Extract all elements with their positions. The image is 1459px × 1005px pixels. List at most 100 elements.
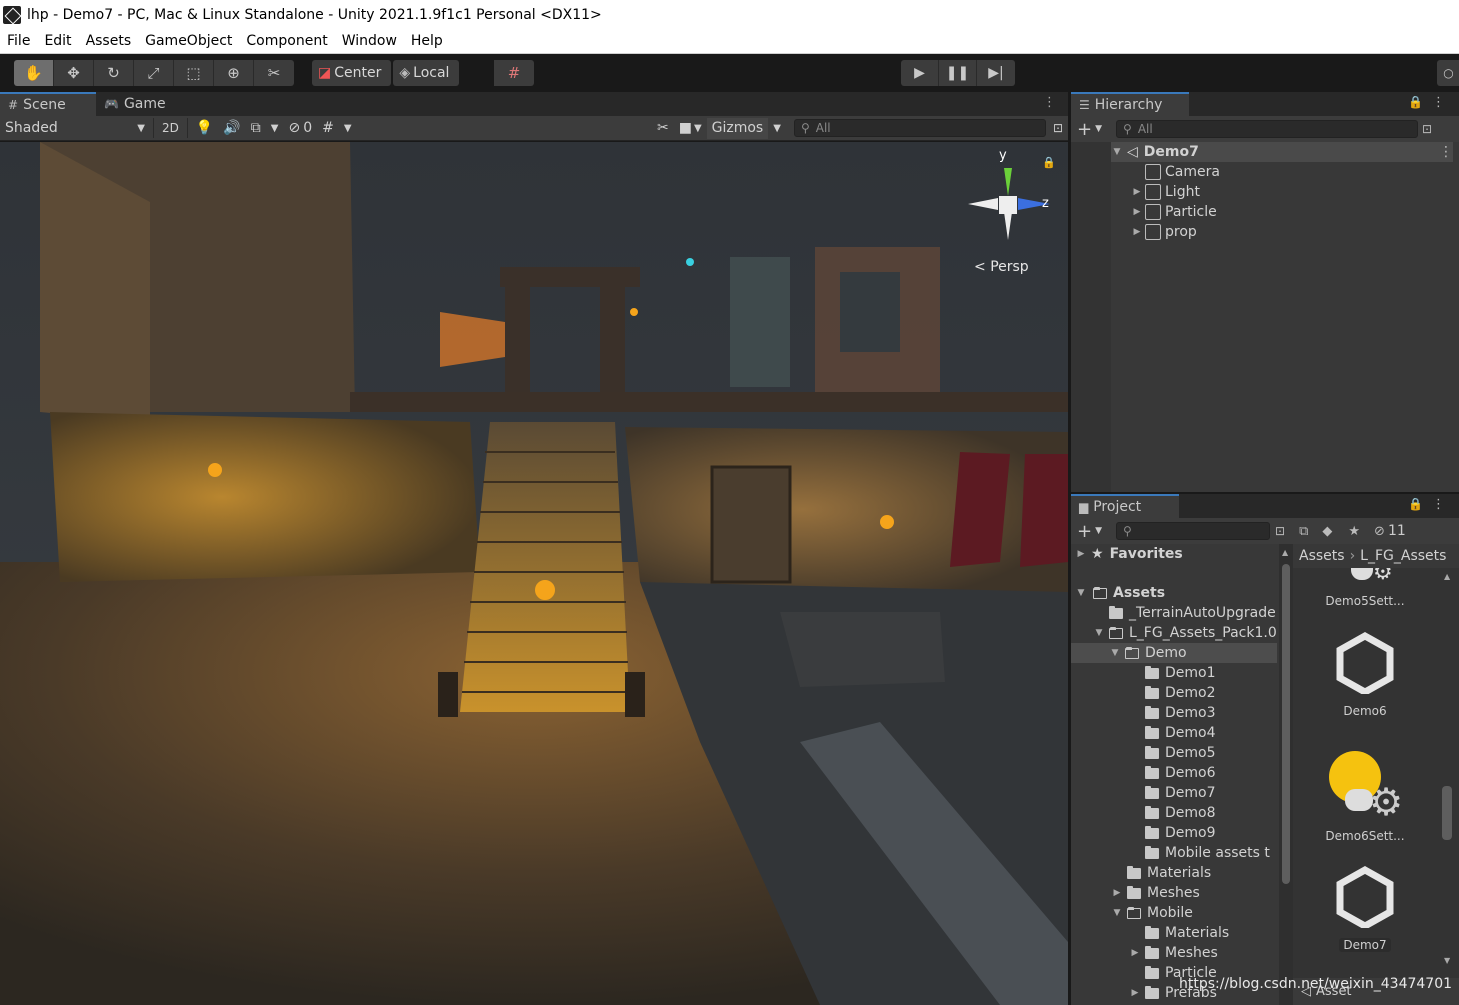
draw-mode-dropdown[interactable]: Shaded ▼ xyxy=(0,118,150,139)
add-icon[interactable]: + xyxy=(1077,119,1092,140)
grid-toggle[interactable]: # xyxy=(317,118,339,139)
chevron-down-icon[interactable]: ▼ xyxy=(1111,147,1123,157)
chevron-down-icon[interactable]: ▼ xyxy=(1095,124,1102,134)
effects-dropdown[interactable]: ▼ xyxy=(266,118,284,139)
rotate-tool-button[interactable]: ↻ xyxy=(94,60,134,86)
gizmos-button[interactable]: Gizmos xyxy=(706,117,769,139)
scroll-up-icon[interactable]: ▲ xyxy=(1444,572,1450,581)
hierarchy-item[interactable]: ▶ prop xyxy=(1131,222,1197,242)
folder-row[interactable]: Materials xyxy=(1145,923,1229,943)
chevron-right-icon[interactable]: ▶ xyxy=(1075,549,1087,559)
custom-tool-button[interactable]: ✂ xyxy=(254,60,294,86)
folder-row[interactable]: ▶ Meshes xyxy=(1111,883,1200,903)
folder-row[interactable]: ▼ Mobile xyxy=(1111,903,1193,923)
hierarchy-menu-icon[interactable]: ⋮ xyxy=(1432,95,1445,110)
scene-search-options[interactable]: ⊡ xyxy=(1048,118,1068,139)
pause-button[interactable]: ❚❚ xyxy=(939,60,977,86)
menu-assets[interactable]: Assets xyxy=(79,33,139,49)
folder-row[interactable]: Demo3 xyxy=(1145,703,1216,723)
chevron-right-icon[interactable]: ▶ xyxy=(1129,988,1141,998)
lighting-toggle[interactable]: 💡 xyxy=(191,118,218,139)
audio-toggle[interactable]: 🔊 xyxy=(218,118,245,139)
hierarchy-search-input[interactable]: ⚲ All xyxy=(1116,120,1419,138)
play-button[interactable]: ▶ xyxy=(901,60,939,86)
chevron-down-icon[interactable]: ▼ xyxy=(1093,628,1105,638)
project-menu-icon[interactable]: ⋮ xyxy=(1432,497,1445,512)
chevron-right-icon[interactable]: ▶ xyxy=(1111,888,1123,898)
project-search-input[interactable]: ⚲ xyxy=(1116,522,1271,540)
menu-window[interactable]: Window xyxy=(335,33,404,49)
tab-game[interactable]: 🎮 Game xyxy=(96,92,176,116)
tab-project[interactable]: ▆ Project xyxy=(1071,494,1179,518)
lock-icon[interactable]: 🔒 xyxy=(1408,497,1423,511)
chevron-down-icon[interactable]: ▼ xyxy=(1075,588,1087,598)
chevron-down-icon[interactable]: ▼ xyxy=(1111,908,1123,918)
folder-row-selected[interactable]: ▼ Demo xyxy=(1071,643,1277,663)
folder-row[interactable]: Demo1 xyxy=(1145,663,1216,683)
folder-row[interactable]: Materials xyxy=(1127,863,1211,883)
menu-edit[interactable]: Edit xyxy=(37,33,78,49)
eye-slash-icon[interactable]: ⊘ xyxy=(1374,524,1385,539)
search-options-icon[interactable]: ⊡ xyxy=(1422,122,1432,136)
effects-toggle[interactable]: ⧉ xyxy=(246,118,266,139)
pivot-center-button[interactable]: ◪ Center xyxy=(312,60,392,86)
chevron-down-icon[interactable]: ▼ xyxy=(1109,648,1121,658)
rect-tool-button[interactable]: ⬚ xyxy=(174,60,214,86)
scene-search-input[interactable]: ⚲ All xyxy=(793,119,1046,137)
projection-toggle[interactable]: < Persp xyxy=(974,259,1029,275)
scroll-up-icon[interactable]: ▲ xyxy=(1282,548,1288,557)
scroll-down-icon[interactable]: ▼ xyxy=(1444,956,1450,965)
visibility-toggle[interactable]: ⊘ 0 xyxy=(283,118,317,139)
folder-row[interactable]: Demo4 xyxy=(1145,723,1216,743)
scale-tool-button[interactable]: ⤢ xyxy=(134,60,174,86)
asset-tile[interactable]: ⚙ Demo6Sett... xyxy=(1295,749,1435,843)
hand-tool-button[interactable]: ✋ xyxy=(14,60,54,86)
tools-toggle[interactable]: ✂ xyxy=(652,118,674,139)
breadcrumb-folder[interactable]: L_FG_Assets xyxy=(1360,548,1446,564)
breadcrumb-assets[interactable]: Assets xyxy=(1299,548,1345,564)
lock-icon[interactable]: 🔒 xyxy=(1408,95,1423,109)
transform-tool-button[interactable]: ⊕ xyxy=(214,60,254,86)
mode-2d-toggle[interactable]: 2D xyxy=(157,118,184,139)
menu-file[interactable]: File xyxy=(0,33,37,49)
gizmos-dropdown[interactable]: ▼ xyxy=(768,118,786,139)
folder-row[interactable]: Demo7 xyxy=(1145,783,1216,803)
menu-help[interactable]: Help xyxy=(404,33,450,49)
label-icon[interactable]: ◆ xyxy=(1322,524,1332,539)
chevron-right-icon[interactable]: ▶ xyxy=(1129,948,1141,958)
camera-dropdown[interactable]: ■ ▼ xyxy=(674,118,707,139)
folder-row[interactable]: Demo2 xyxy=(1145,683,1216,703)
add-icon[interactable]: + xyxy=(1077,521,1092,542)
asset-grid-scrollbar[interactable]: ▲ ▼ xyxy=(1439,568,1457,968)
grid-dropdown[interactable]: ▼ xyxy=(339,118,357,139)
scene-viewport[interactable]: y z 🔒 < Persp xyxy=(0,142,1068,1005)
folder-row[interactable]: Demo5 xyxy=(1145,743,1216,763)
tab-hierarchy[interactable]: ☰ Hierarchy xyxy=(1071,92,1189,116)
scene-menu-icon[interactable]: ⋮ xyxy=(1439,144,1453,160)
folder-tree-scrollbar[interactable]: ▲ xyxy=(1279,544,1293,1005)
filter-type-icon[interactable]: ⧉ xyxy=(1299,524,1308,539)
global-search-button[interactable]: ○ xyxy=(1437,60,1459,86)
asset-grid-scroll-thumb[interactable] xyxy=(1442,786,1452,840)
folder-tree-scroll-thumb[interactable] xyxy=(1282,564,1290,884)
tab-scene[interactable]: # Scene xyxy=(0,92,96,116)
folder-row[interactable]: Demo9 xyxy=(1145,823,1216,843)
folder-row[interactable]: ▶ Meshes xyxy=(1129,943,1218,963)
hierarchy-item[interactable]: ▶ Particle xyxy=(1131,202,1217,222)
assets-root-row[interactable]: ▼ Assets xyxy=(1075,583,1166,603)
hierarchy-item[interactable]: Camera xyxy=(1131,162,1220,182)
favorites-row[interactable]: ▶ ★ Favorites xyxy=(1075,544,1183,564)
search-options-icon[interactable]: ⊡ xyxy=(1275,524,1285,538)
grid-snap-button[interactable]: # xyxy=(494,60,534,86)
folder-row[interactable]: Demo6 xyxy=(1145,763,1216,783)
asset-tile[interactable]: Demo6 xyxy=(1295,631,1435,718)
scene-menu-icon[interactable]: ⋮ xyxy=(1043,95,1056,110)
folder-row[interactable]: Mobile assets t xyxy=(1145,843,1270,863)
move-tool-button[interactable]: ✥ xyxy=(54,60,94,86)
folder-row[interactable]: ▼ L_FG_Assets_Pack1.0 xyxy=(1093,623,1277,643)
space-local-button[interactable]: ◈ Local xyxy=(393,60,460,86)
lock-icon[interactable]: 🔒 xyxy=(1042,156,1056,169)
chevron-right-icon[interactable]: ▶ xyxy=(1131,187,1143,197)
scene-row-demo7[interactable]: ▼ ◁ Demo7 ⋮ xyxy=(1111,142,1453,162)
step-button[interactable]: ▶| xyxy=(977,60,1015,86)
